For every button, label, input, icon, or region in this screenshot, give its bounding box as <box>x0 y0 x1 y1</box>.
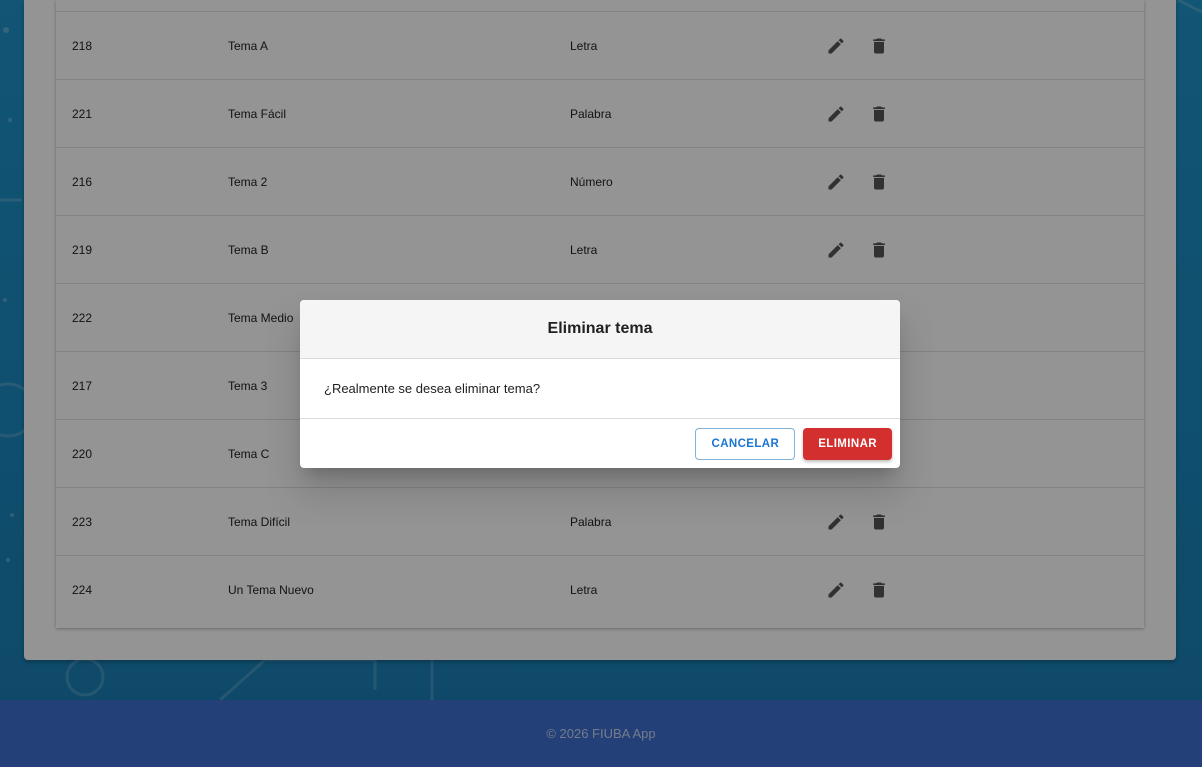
dialog-title: Eliminar tema <box>547 320 653 337</box>
delete-button[interactable]: ELIMINAR <box>803 427 892 460</box>
delete-theme-dialog: Eliminar tema ¿Realmente se desea elimin… <box>300 300 900 468</box>
dialog-actions: CANCELAR ELIMINAR <box>300 419 900 468</box>
dialog-body: ¿Realmente se desea eliminar tema? <box>300 359 900 419</box>
cancel-button[interactable]: CANCELAR <box>695 427 796 460</box>
dialog-message: ¿Realmente se desea eliminar tema? <box>324 381 541 396</box>
dialog-header: Eliminar tema <box>300 300 900 359</box>
